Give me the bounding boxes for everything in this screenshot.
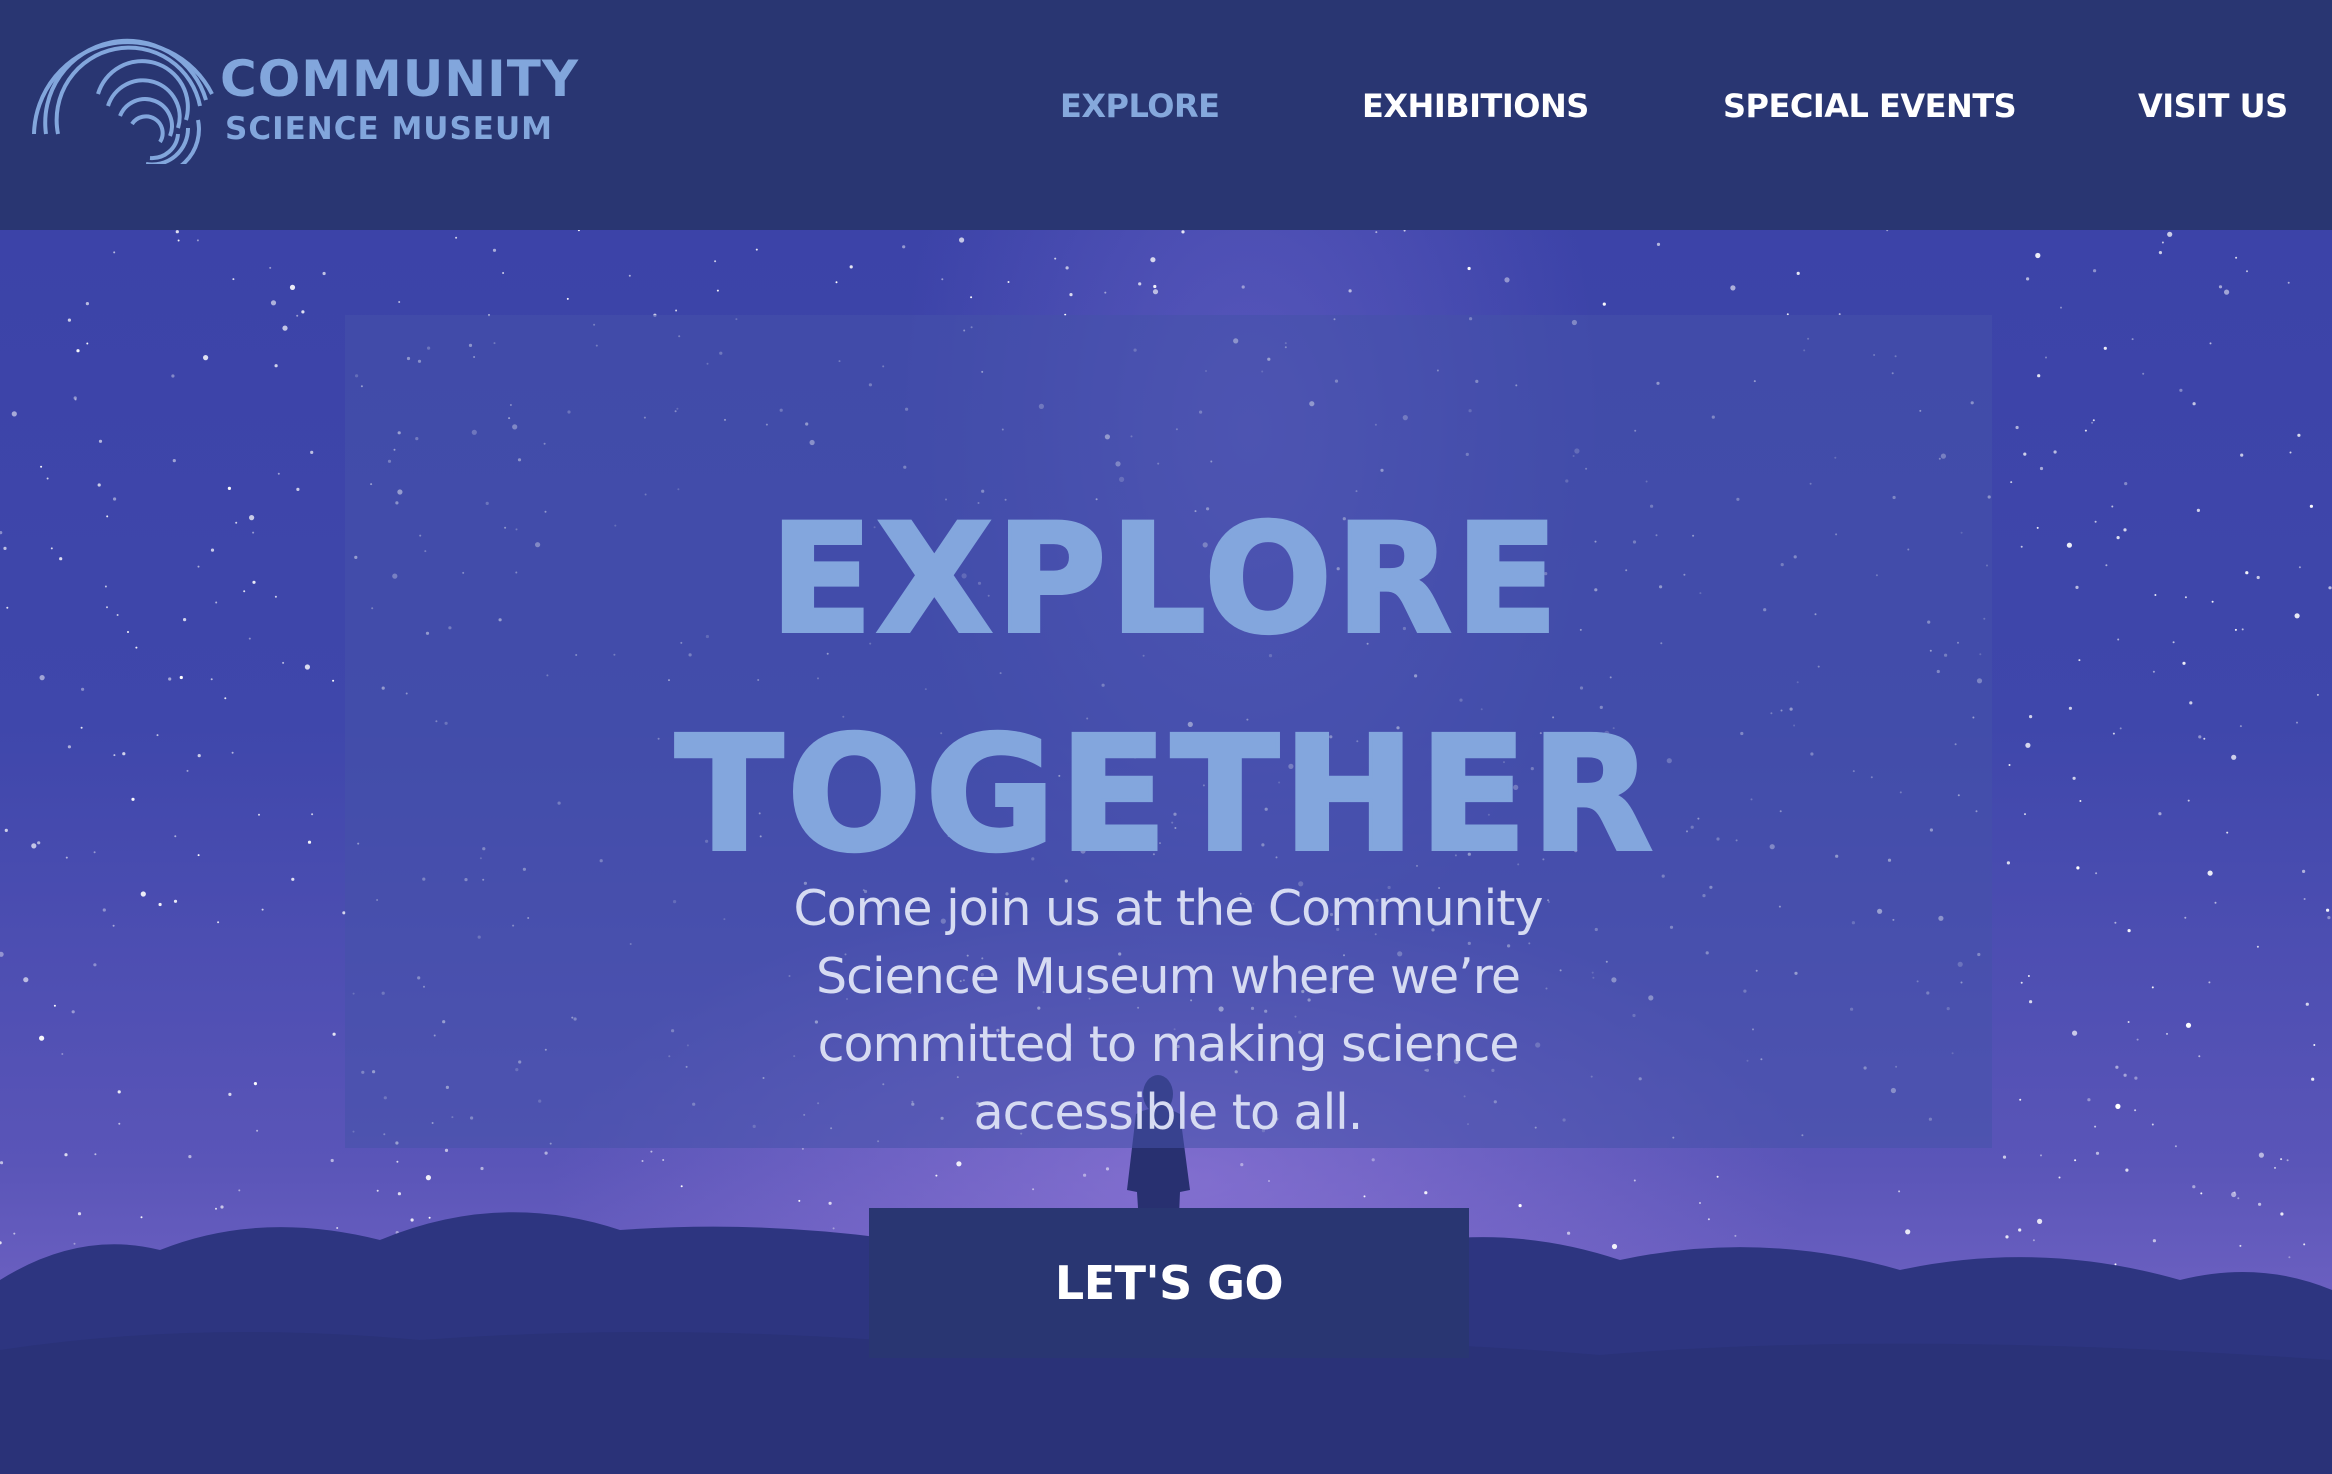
logo-text-science-museum: SCIENCE MUSEUM (225, 111, 553, 147)
nav-item-visit-us[interactable]: VISIT US (2138, 90, 2288, 122)
logo-text-community: COMMUNITY (220, 50, 580, 108)
hero-headline-line2: TOGETHER (673, 702, 1657, 887)
site-logo[interactable]: COMMUNITY SCIENCE MUSEUM (28, 24, 578, 164)
hero-description: Come join us at the Community Science Mu… (793, 880, 1543, 1141)
concentric-arcs-icon (32, 38, 214, 164)
hero-headline-line1: EXPLORE (768, 492, 1562, 667)
site-header: COMMUNITY SCIENCE MUSEUM EXPLORE EXHIBIT… (0, 0, 2332, 230)
nav-item-explore[interactable]: EXPLORE (1060, 90, 1220, 122)
lets-go-button[interactable]: LET'S GO (869, 1208, 1469, 1358)
nav-item-special-events[interactable]: SPECIAL EVENTS (1723, 90, 2017, 122)
nav-item-exhibitions[interactable]: EXHIBITIONS (1362, 90, 1589, 122)
